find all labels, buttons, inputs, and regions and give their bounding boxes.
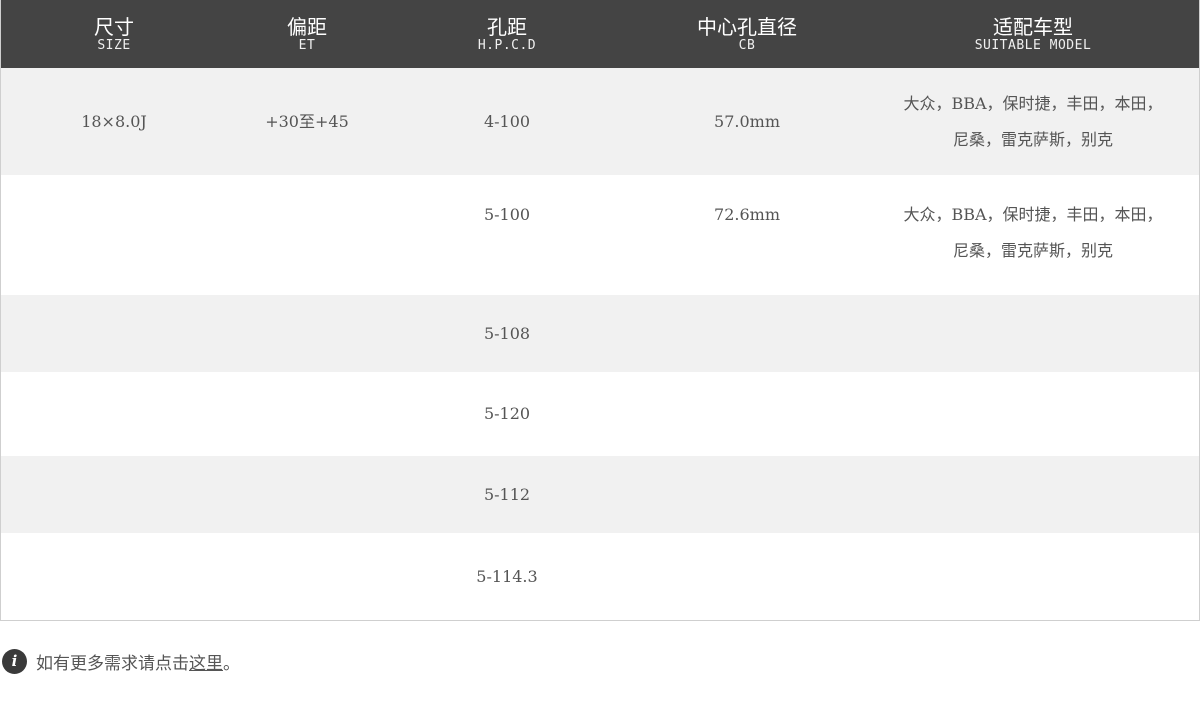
header-cb: 中心孔直径 CB (627, 0, 867, 68)
note-text: 如有更多需求请点击 (36, 653, 189, 674)
note-suffix: 。 (223, 653, 240, 674)
cell-cb: 72.6mm (714, 205, 780, 224)
cell-size: 18×8.0J (81, 111, 147, 131)
cell-size (1, 295, 227, 372)
cell-pcd: 4-100 (483, 111, 531, 131)
cell-et (227, 175, 387, 295)
table-row: 5-120 (1, 372, 1199, 456)
cell-size (1, 175, 227, 295)
cell-pcd: 5-108 (483, 323, 531, 343)
cell-et: +30至+45 (265, 111, 349, 131)
header-cb-en: CB (738, 38, 756, 53)
spec-table: 尺寸 SIZE 偏距 ET 孔距 H.P.C.D 中心孔直径 CB 适配车型 S… (0, 0, 1200, 621)
header-et: 偏距 ET (227, 0, 387, 68)
cell-cb (627, 533, 867, 620)
header-model-en: SUITABLE MODEL (974, 38, 1092, 53)
header-pcd: 孔距 H.P.C.D (387, 0, 627, 68)
cell-et (227, 372, 387, 456)
cell-et (227, 533, 387, 620)
header-pcd-en: H.P.C.D (477, 38, 537, 53)
header-et-en: ET (298, 38, 316, 53)
header-cb-zh: 中心孔直径 (697, 15, 797, 39)
header-size-zh: 尺寸 (94, 15, 134, 39)
header-pcd-zh: 孔距 (487, 15, 527, 39)
table-row: 5-100 72.6mm 大众，BBA，保时捷，丰田，本田， 尼桑，雷克萨斯，别… (1, 175, 1199, 295)
table-row: 18×8.0J +30至+45 4-100 57.0mm 大众，BBA，保时捷，… (1, 68, 1199, 175)
cell-cb (627, 456, 867, 533)
table-row: 5-108 (1, 295, 1199, 372)
cell-model: 大众，BBA，保时捷，丰田，本田， 尼桑，雷克萨斯，别克 (903, 205, 1163, 260)
cell-et (227, 295, 387, 372)
cell-pcd: 5-114.3 (476, 566, 538, 586)
cell-pcd: 5-120 (483, 404, 531, 423)
cell-cb: 57.0mm (714, 111, 780, 131)
header-size-en: SIZE (97, 38, 131, 53)
cell-model (867, 372, 1199, 456)
here-link[interactable]: 这里 (189, 649, 223, 674)
cell-cb (627, 372, 867, 456)
cell-model (867, 456, 1199, 533)
cell-model (867, 295, 1199, 372)
info-icon: i (2, 648, 27, 674)
cell-et (227, 456, 387, 533)
table-header: 尺寸 SIZE 偏距 ET 孔距 H.P.C.D 中心孔直径 CB 适配车型 S… (1, 0, 1199, 68)
header-model: 适配车型 SUITABLE MODEL (867, 0, 1199, 68)
more-info-note: i 如有更多需求请点击 这里。 (2, 647, 240, 675)
cell-cb (627, 295, 867, 372)
cell-model (867, 533, 1199, 620)
table-row: 5-114.3 (1, 533, 1199, 620)
cell-size (1, 456, 227, 533)
cell-size (1, 372, 227, 456)
cell-size (1, 533, 227, 620)
header-et-zh: 偏距 (287, 15, 327, 39)
cell-pcd: 5-112 (483, 484, 531, 504)
cell-model: 大众，BBA，保时捷，丰田，本田， 尼桑，雷克萨斯，别克 (903, 93, 1163, 149)
table-row: 5-112 (1, 456, 1199, 533)
header-model-zh: 适配车型 (993, 15, 1073, 39)
header-size: 尺寸 SIZE (1, 0, 227, 68)
cell-pcd: 5-100 (483, 205, 531, 224)
